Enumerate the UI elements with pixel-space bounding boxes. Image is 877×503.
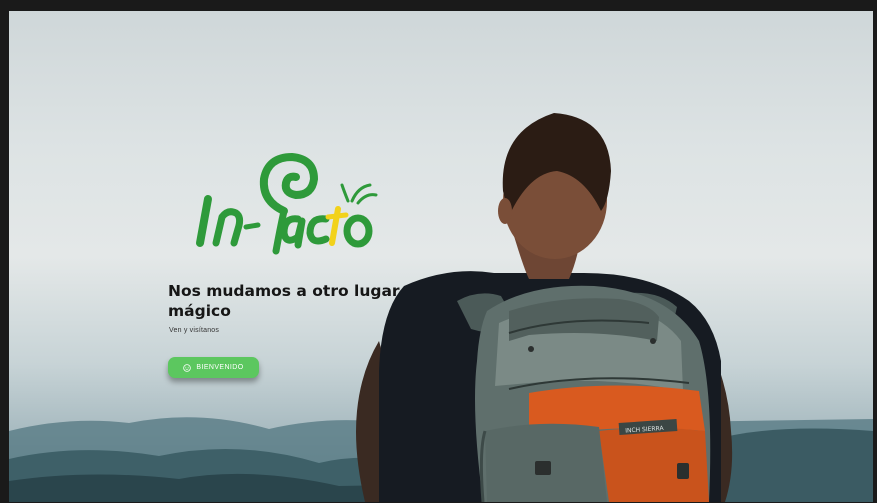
in-facto-logo (196, 152, 378, 255)
hero-section: INCH SIERRA Nos mudamos a otro lugar mág… (9, 11, 873, 502)
page-frame: INCH SIERRA Nos mudamos a otro lugar mág… (0, 0, 877, 503)
smile-icon (183, 363, 192, 372)
hero-title: Nos mudamos a otro lugar mágico (168, 282, 400, 320)
hero-subtitle: Ven y visítanos (169, 327, 220, 334)
hero-background-image: INCH SIERRA (9, 113, 873, 502)
bienvenido-button[interactable]: BIENVENIDO (168, 357, 259, 378)
bienvenido-button-label: BIENVENIDO (196, 364, 244, 371)
